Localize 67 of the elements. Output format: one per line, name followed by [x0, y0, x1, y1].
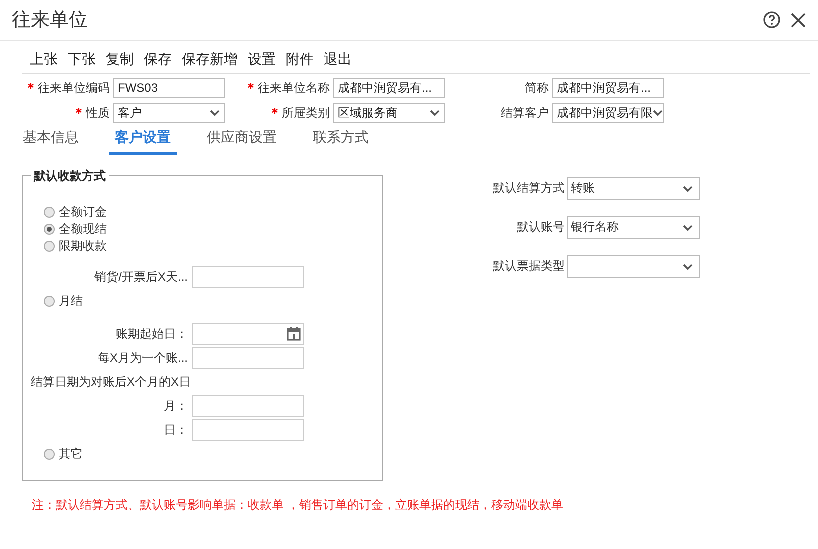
- radio-label[interactable]: 其它: [59, 446, 83, 463]
- dropdown-caret-icon: [683, 264, 693, 270]
- field-label: 默认账号: [516, 219, 565, 236]
- input-field[interactable]: [192, 347, 304, 369]
- toolbar-button[interactable]: 附件: [282, 51, 318, 69]
- tab[interactable]: 联系方式: [307, 129, 375, 155]
- radio-label[interactable]: 限期收款: [59, 238, 107, 255]
- field-label: 账期起始日：: [115, 326, 188, 342]
- input-field[interactable]: 成都中润贸易有...: [552, 78, 664, 98]
- close-icon[interactable]: [791, 12, 806, 28]
- radio-label[interactable]: 月结: [59, 293, 83, 310]
- toolbar-button[interactable]: 上张: [26, 51, 62, 69]
- radio-button[interactable]: [44, 296, 55, 307]
- date-field[interactable]: [192, 323, 304, 345]
- select-field[interactable]: 成都中润贸易有限: [552, 103, 664, 123]
- toolbar-button[interactable]: 退出: [320, 51, 356, 69]
- dropdown-caret-icon: [683, 224, 693, 230]
- select-field[interactable]: [567, 255, 700, 278]
- field-label: 默认票据类型: [492, 258, 565, 275]
- radio-button[interactable]: [44, 207, 55, 218]
- toolbar-button[interactable]: 复制: [102, 51, 138, 69]
- field-label: 往来单位编码: [3, 80, 110, 96]
- radio-button[interactable]: [44, 241, 55, 252]
- dropdown-caret-icon: [430, 110, 440, 116]
- window-title: 往来单位: [12, 9, 89, 33]
- input-field[interactable]: FWS03: [113, 78, 225, 98]
- tab[interactable]: 基本信息: [17, 129, 85, 155]
- field-label: 所屉类别: [228, 104, 330, 122]
- field-label: 日：: [163, 422, 188, 438]
- field-label: 销货/开票后X天...: [94, 268, 188, 286]
- radio-label[interactable]: 全额现结: [59, 221, 107, 238]
- calendar-icon[interactable]: [287, 327, 301, 341]
- field-label: 月：: [163, 398, 188, 414]
- field-label: 结算客户: [500, 104, 549, 122]
- select-field[interactable]: 转账: [567, 177, 700, 200]
- select-field[interactable]: 区域服务商: [333, 103, 445, 123]
- field-label: 性质: [3, 104, 110, 122]
- toolbar-button[interactable]: 下张: [64, 51, 100, 69]
- toolbar-button[interactable]: 设置: [244, 51, 280, 69]
- section-text: 结算日期为对账后X个月的X日: [31, 374, 192, 390]
- required-asterisk-icon: [272, 108, 278, 114]
- input-field[interactable]: [192, 395, 304, 417]
- group-title: 默认收款方式: [31, 168, 109, 185]
- dropdown-caret-icon: [653, 110, 663, 116]
- input-field[interactable]: [192, 266, 304, 288]
- required-asterisk-icon: [28, 82, 34, 88]
- required-asterisk-icon: [248, 82, 254, 88]
- dropdown-caret-icon: [683, 186, 693, 192]
- radio-label[interactable]: 全额订金: [59, 204, 107, 221]
- input-field[interactable]: 成都中润贸易有...: [333, 78, 445, 98]
- select-field[interactable]: 客户: [113, 103, 225, 123]
- help-icon[interactable]: [763, 11, 781, 29]
- radio-button[interactable]: [44, 224, 55, 235]
- field-label: 往来单位名称: [228, 80, 330, 96]
- radio-button[interactable]: [44, 449, 55, 460]
- required-asterisk-icon: [76, 108, 82, 114]
- toolbar-button[interactable]: 保存新增: [178, 51, 242, 69]
- field-label: 每X月为一个账...: [96, 350, 188, 366]
- input-field[interactable]: [192, 419, 304, 441]
- note-text: 注：默认结算方式、默认账号影响单据：收款单 ，销售订单的订金，立账单据的现结，移动端收款单: [31, 497, 564, 514]
- tab[interactable]: 客户设置: [109, 129, 177, 155]
- dropdown-caret-icon: [210, 110, 220, 116]
- select-field[interactable]: 银行名称: [567, 216, 700, 239]
- toolbar-button[interactable]: 保存: [140, 51, 176, 69]
- field-label: 简称: [524, 80, 549, 96]
- tab[interactable]: 供应商设置: [201, 129, 283, 155]
- field-label: 默认结算方式: [492, 180, 565, 197]
